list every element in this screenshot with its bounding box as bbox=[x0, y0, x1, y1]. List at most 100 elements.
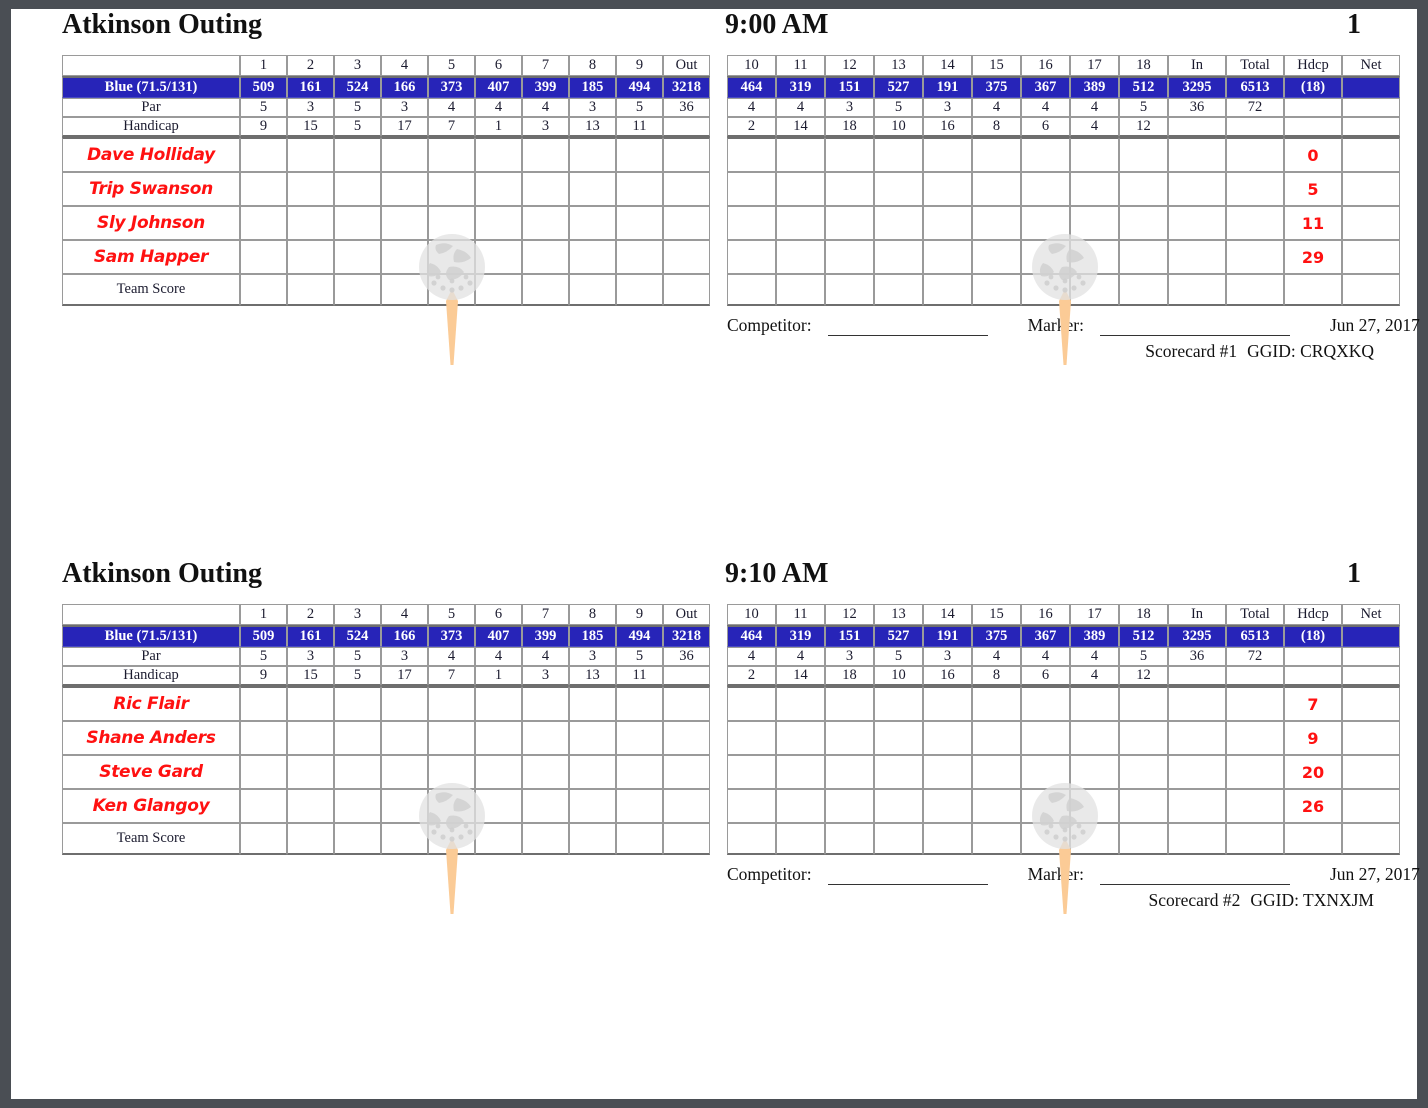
score-cell[interactable] bbox=[727, 789, 776, 823]
score-cell[interactable] bbox=[1021, 755, 1070, 789]
team-score-cell[interactable] bbox=[727, 274, 776, 306]
team-score-cell-hdcp[interactable] bbox=[1284, 274, 1342, 306]
score-cell-total[interactable] bbox=[1226, 240, 1284, 274]
team-score-cell-out[interactable] bbox=[663, 274, 710, 306]
team-score-cell-total[interactable] bbox=[1226, 274, 1284, 306]
score-cell[interactable] bbox=[727, 721, 776, 755]
score-cell[interactable] bbox=[569, 206, 616, 240]
team-score-cell[interactable] bbox=[972, 823, 1021, 855]
score-cell[interactable] bbox=[240, 137, 287, 172]
score-cell[interactable] bbox=[1070, 755, 1119, 789]
score-cell-in[interactable] bbox=[1168, 206, 1226, 240]
score-cell[interactable] bbox=[972, 721, 1021, 755]
score-cell[interactable] bbox=[475, 789, 522, 823]
score-cell[interactable] bbox=[825, 686, 874, 721]
score-cell[interactable] bbox=[287, 172, 334, 206]
score-cell[interactable] bbox=[334, 721, 381, 755]
score-cell[interactable] bbox=[240, 789, 287, 823]
score-cell-total[interactable] bbox=[1226, 686, 1284, 721]
score-cell[interactable] bbox=[569, 137, 616, 172]
score-cell[interactable] bbox=[569, 789, 616, 823]
team-score-cell[interactable] bbox=[522, 274, 569, 306]
score-cell[interactable] bbox=[776, 137, 825, 172]
team-score-cell[interactable] bbox=[874, 823, 923, 855]
score-cell[interactable] bbox=[776, 240, 825, 274]
score-cell[interactable] bbox=[1119, 721, 1168, 755]
score-cell[interactable] bbox=[1021, 172, 1070, 206]
score-cell[interactable] bbox=[1119, 686, 1168, 721]
score-cell[interactable] bbox=[727, 206, 776, 240]
score-cell[interactable] bbox=[1119, 137, 1168, 172]
score-cell[interactable] bbox=[1021, 137, 1070, 172]
score-cell[interactable] bbox=[1021, 721, 1070, 755]
team-score-cell-out[interactable] bbox=[663, 823, 710, 855]
team-score-cell[interactable] bbox=[825, 823, 874, 855]
team-score-cell[interactable] bbox=[776, 823, 825, 855]
score-cell-in[interactable] bbox=[1168, 789, 1226, 823]
score-cell-out[interactable] bbox=[663, 686, 710, 721]
score-cell-in[interactable] bbox=[1168, 721, 1226, 755]
score-cell[interactable] bbox=[874, 240, 923, 274]
score-cell[interactable] bbox=[569, 686, 616, 721]
score-cell[interactable] bbox=[1070, 172, 1119, 206]
score-cell-total[interactable] bbox=[1226, 721, 1284, 755]
score-cell[interactable] bbox=[776, 721, 825, 755]
score-cell[interactable] bbox=[334, 240, 381, 274]
team-score-cell[interactable] bbox=[569, 274, 616, 306]
score-cell[interactable] bbox=[240, 206, 287, 240]
score-cell[interactable] bbox=[727, 240, 776, 274]
team-score-cell[interactable] bbox=[776, 274, 825, 306]
score-cell[interactable] bbox=[287, 789, 334, 823]
score-cell[interactable] bbox=[825, 789, 874, 823]
score-cell[interactable] bbox=[972, 172, 1021, 206]
score-cell[interactable] bbox=[1021, 789, 1070, 823]
team-score-cell-hdcp[interactable] bbox=[1284, 823, 1342, 855]
team-score-cell[interactable] bbox=[428, 823, 475, 855]
team-score-cell[interactable] bbox=[240, 274, 287, 306]
score-cell[interactable] bbox=[240, 172, 287, 206]
score-cell[interactable] bbox=[972, 240, 1021, 274]
score-cell[interactable] bbox=[874, 686, 923, 721]
score-cell[interactable] bbox=[334, 686, 381, 721]
score-cell[interactable] bbox=[475, 686, 522, 721]
score-cell[interactable] bbox=[923, 789, 972, 823]
score-cell[interactable] bbox=[923, 240, 972, 274]
score-cell[interactable] bbox=[616, 240, 663, 274]
score-cell[interactable] bbox=[1119, 206, 1168, 240]
team-score-cell[interactable] bbox=[727, 823, 776, 855]
score-cell[interactable] bbox=[569, 755, 616, 789]
score-cell[interactable] bbox=[287, 137, 334, 172]
team-score-cell[interactable] bbox=[475, 823, 522, 855]
score-cell[interactable] bbox=[776, 789, 825, 823]
score-cell-net[interactable] bbox=[1342, 789, 1400, 823]
score-cell[interactable] bbox=[923, 755, 972, 789]
team-score-cell[interactable] bbox=[616, 274, 663, 306]
score-cell[interactable] bbox=[522, 206, 569, 240]
score-cell[interactable] bbox=[1021, 206, 1070, 240]
score-cell[interactable] bbox=[1070, 137, 1119, 172]
score-cell-out[interactable] bbox=[663, 206, 710, 240]
score-cell-net[interactable] bbox=[1342, 137, 1400, 172]
score-cell[interactable] bbox=[569, 240, 616, 274]
score-cell[interactable] bbox=[475, 755, 522, 789]
score-cell[interactable] bbox=[475, 206, 522, 240]
team-score-cell-in[interactable] bbox=[1168, 274, 1226, 306]
score-cell-total[interactable] bbox=[1226, 755, 1284, 789]
team-score-cell[interactable] bbox=[1070, 823, 1119, 855]
score-cell-in[interactable] bbox=[1168, 686, 1226, 721]
score-cell-in[interactable] bbox=[1168, 755, 1226, 789]
score-cell-net[interactable] bbox=[1342, 721, 1400, 755]
score-cell-in[interactable] bbox=[1168, 172, 1226, 206]
score-cell[interactable] bbox=[1070, 240, 1119, 274]
marker-blank-line[interactable] bbox=[1100, 884, 1290, 885]
score-cell-out[interactable] bbox=[663, 240, 710, 274]
team-score-cell[interactable] bbox=[334, 823, 381, 855]
score-cell[interactable] bbox=[972, 789, 1021, 823]
score-cell[interactable] bbox=[240, 721, 287, 755]
score-cell-net[interactable] bbox=[1342, 686, 1400, 721]
score-cell[interactable] bbox=[972, 686, 1021, 721]
score-cell[interactable] bbox=[428, 137, 475, 172]
score-cell[interactable] bbox=[776, 172, 825, 206]
marker-blank-line[interactable] bbox=[1100, 335, 1290, 336]
score-cell[interactable] bbox=[727, 172, 776, 206]
